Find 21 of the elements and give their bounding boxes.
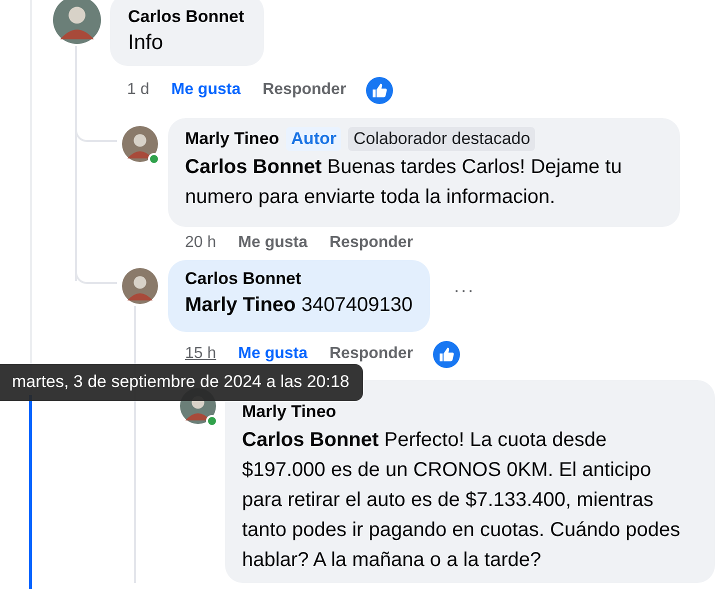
like-button[interactable]: Me gusta xyxy=(238,234,308,252)
fan-badge: Colaborador destacado xyxy=(348,127,536,151)
comment-text: Carlos Bonnet Perfecto! La cuota desde $197.000 es de un CRONOS 0KM. El anticipo para retirar el auto es de $7.133.400, mientras tanto podes ir pagando en cuotas. Cuándo podes hablar? A la mañana o a la tarde? xyxy=(242,428,682,573)
reply-button[interactable]: Responder xyxy=(329,234,414,252)
author-name[interactable]: Carlos Bonnet xyxy=(185,269,302,289)
timestamp-link[interactable]: 1 d xyxy=(127,81,150,99)
comment-text: Carlos Bonnet Buenas tardes Carlos! Dejame tu numero para enviarte toda la informacion. xyxy=(185,155,623,210)
like-button[interactable]: Me gusta xyxy=(238,345,308,363)
reply-button[interactable]: Responder xyxy=(262,81,346,99)
timestamp-link[interactable]: 15 h xyxy=(185,345,216,363)
like-button[interactable]: Me gusta xyxy=(171,81,241,99)
more-button[interactable]: ··· xyxy=(448,280,481,300)
comment-text: Marly Tineo 3407409130 xyxy=(185,293,413,318)
reply-button[interactable]: Responder xyxy=(329,345,414,363)
date-tooltip: martes, 3 de septiembre de 2024 a las 20:18 xyxy=(0,364,364,401)
comment-text: Info xyxy=(128,30,164,56)
author-badge: Autor xyxy=(286,127,342,151)
author-name[interactable]: Carlos Bonnet xyxy=(128,7,244,27)
author-name[interactable]: Marly Tineo xyxy=(242,402,336,422)
author-name[interactable]: Marly Tineo xyxy=(185,129,280,149)
timestamp-link[interactable]: 20 h xyxy=(185,234,216,252)
